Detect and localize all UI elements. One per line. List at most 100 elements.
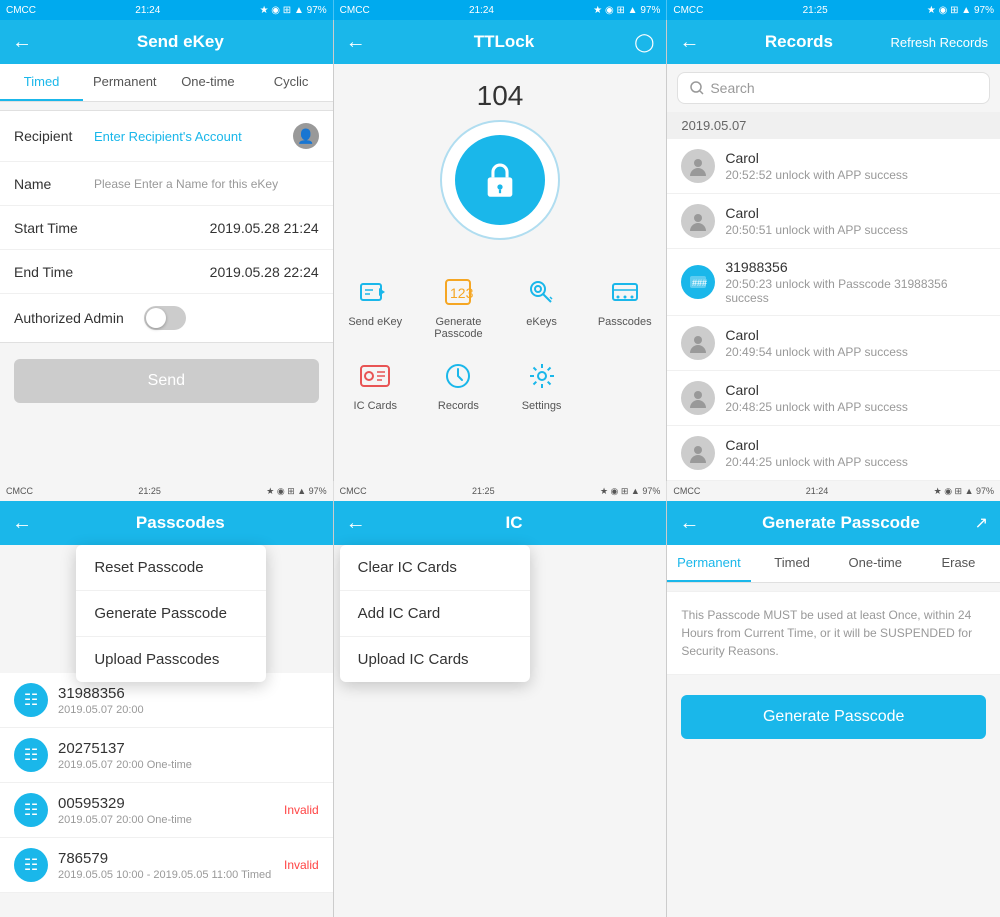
ekey-form: Recipient Enter Recipient's Account 👤 Na…: [0, 110, 333, 343]
passcode-item-3[interactable]: ☷ 786579 2019.05.05 10:00 - 2019.05.05 1…: [0, 838, 333, 893]
menu-ic-cards-label: IC Cards: [354, 400, 397, 412]
menu-records[interactable]: Records: [417, 348, 500, 420]
mid-status-center: CMCC 21:25 ★ ◉ ⊞ ▲ 97%: [334, 481, 668, 501]
menu-upload-passcodes[interactable]: Upload Passcodes: [76, 637, 266, 682]
ic-title: IC: [374, 513, 655, 533]
generate-passcode-screen: ← Generate Passcode ↗ Permanent Timed On…: [667, 501, 1000, 917]
end-time-label: End Time: [14, 264, 94, 280]
record-time-1: 20:50:51 unlock with APP success: [725, 223, 908, 237]
refresh-records-button[interactable]: Refresh Records: [890, 35, 988, 50]
passcode-meta-0: 2019.05.07 20:00: [58, 704, 319, 716]
authorized-admin-toggle[interactable]: [144, 306, 186, 330]
menu-passcodes-label: Passcodes: [598, 316, 652, 328]
lock-icon: [478, 158, 522, 202]
tab-permanent[interactable]: Permanent: [83, 64, 166, 101]
ttlock-title: TTLock: [374, 32, 635, 52]
search-input-box[interactable]: Search: [677, 72, 990, 104]
tab-cyclic[interactable]: Cyclic: [250, 64, 333, 101]
record-name-5: Carol: [725, 437, 908, 453]
record-item-2: ### 31988356 20:50:23 unlock with Passco…: [667, 249, 1000, 316]
lock-number: 104: [477, 80, 524, 112]
menu-clear-ic-cards[interactable]: Clear IC Cards: [340, 545, 530, 591]
gen-passcode-title: Generate Passcode: [707, 513, 974, 533]
record-info-5: Carol 20:44:25 unlock with APP success: [725, 437, 908, 469]
record-time-3: 20:49:54 unlock with APP success: [725, 345, 908, 359]
records-icon: [438, 356, 478, 396]
menu-generate-passcode-item[interactable]: Generate Passcode: [76, 591, 266, 637]
send-ekey-screen: ← Send eKey Timed Permanent One-time Cyc…: [0, 20, 334, 481]
end-time-row: End Time 2019.05.28 22:24: [0, 250, 333, 294]
record-item-3: Carol 20:49:54 unlock with APP success: [667, 316, 1000, 371]
gen-tab-one-time[interactable]: One-time: [834, 545, 917, 582]
settings-icon: [522, 356, 562, 396]
status-bar-left: CMCC 21:24 ★ ◉ ⊞ ▲ 97%: [0, 0, 334, 20]
gen-tab-erase[interactable]: Erase: [917, 545, 1000, 582]
records-scroll[interactable]: 2019.05.07 Carol 20:52:52 unlock with AP…: [667, 112, 1000, 481]
avatar-passcode-0: ###: [681, 265, 715, 299]
menu-ekeys[interactable]: eKeys: [500, 264, 583, 348]
menu-reset-passcode[interactable]: Reset Passcode: [76, 545, 266, 591]
passcode-number-1: 20275137: [58, 740, 319, 757]
passcodes-icon: [605, 272, 645, 312]
send-ekey-title: Send eKey: [40, 32, 321, 52]
svg-text:123: 123: [450, 285, 474, 301]
avatar-3: [681, 326, 715, 360]
menu-generate-passcode[interactable]: 123 Generate Passcode: [417, 264, 500, 348]
send-button[interactable]: Send: [14, 359, 319, 403]
generate-passcode-button[interactable]: Generate Passcode: [681, 695, 986, 739]
records-topbar: ← Records Refresh Records: [667, 20, 1000, 64]
ic-back-icon[interactable]: ←: [346, 512, 366, 535]
passcodes-back-icon[interactable]: ←: [12, 512, 32, 535]
menu-ic-cards[interactable]: IC Cards: [334, 348, 417, 420]
passcode-item-2[interactable]: ☷ 00595329 2019.05.07 20:00 One-time Inv…: [0, 783, 333, 838]
status-bar-center: CMCC 21:24 ★ ◉ ⊞ ▲ 97%: [334, 0, 668, 20]
passcode-icon-3: ☷: [14, 848, 48, 882]
record-name-0: Carol: [725, 150, 908, 166]
record-info-1: Carol 20:50:51 unlock with APP success: [725, 205, 908, 237]
avatar-4: [681, 381, 715, 415]
passcode-number-0: 31988356: [58, 685, 319, 702]
menu-settings-label: Settings: [522, 400, 562, 412]
record-time-2: 20:50:23 unlock with Passcode 31988356 s…: [725, 277, 986, 305]
gen-tab-permanent[interactable]: Permanent: [667, 545, 750, 582]
record-name-4: Carol: [725, 382, 908, 398]
menu-settings[interactable]: Settings: [500, 348, 583, 420]
menu-generate-passcode-label: Generate Passcode: [417, 316, 500, 340]
gen-tab-timed[interactable]: Timed: [751, 545, 834, 582]
lock-circle[interactable]: [440, 120, 560, 240]
menu-passcodes[interactable]: Passcodes: [583, 264, 666, 348]
menu-send-ekey[interactable]: Send eKey: [334, 264, 417, 348]
gen-passcode-topbar: ← Generate Passcode ↗: [667, 501, 1000, 545]
contact-icon[interactable]: 👤: [293, 123, 319, 149]
recipient-row: Recipient Enter Recipient's Account 👤: [0, 111, 333, 162]
record-info-4: Carol 20:48:25 unlock with APP success: [725, 382, 908, 414]
menu-upload-ic-cards[interactable]: Upload IC Cards: [340, 637, 530, 682]
menu-ekeys-label: eKeys: [526, 316, 557, 328]
tab-one-time[interactable]: One-time: [166, 64, 249, 101]
records-back-icon[interactable]: ←: [679, 31, 699, 54]
ic-cards-icon: [355, 356, 395, 396]
icons-left: ★ ◉ ⊞ ▲ 97%: [260, 5, 327, 16]
date-header: 2019.05.07: [667, 112, 1000, 139]
record-time-4: 20:48:25 unlock with APP success: [725, 400, 908, 414]
record-item-5: Carol 20:44:25 unlock with APP success: [667, 426, 1000, 481]
ttlock-back-icon[interactable]: ←: [346, 31, 366, 54]
ttlock-settings-icon[interactable]: ◯: [634, 32, 654, 53]
back-arrow-icon[interactable]: ←: [12, 31, 32, 54]
start-time-value[interactable]: 2019.05.28 21:24: [94, 220, 319, 236]
menu-add-ic-card[interactable]: Add IC Card: [340, 591, 530, 637]
name-label: Name: [14, 176, 94, 192]
gen-back-icon[interactable]: ←: [679, 512, 699, 535]
search-bar: Search: [667, 64, 1000, 112]
passcodes-title: Passcodes: [40, 513, 321, 533]
lock-inner: [455, 135, 545, 225]
end-time-value[interactable]: 2019.05.28 22:24: [94, 264, 319, 280]
carrier-center: CMCC: [340, 5, 370, 16]
tab-timed[interactable]: Timed: [0, 64, 83, 101]
name-input[interactable]: Please Enter a Name for this eKey: [94, 177, 319, 191]
recipient-input[interactable]: Enter Recipient's Account: [94, 129, 293, 144]
passcode-item-1[interactable]: ☷ 20275137 2019.05.07 20:00 One-time: [0, 728, 333, 783]
mid-status-right: CMCC 21:24 ★ ◉ ⊞ ▲ 97%: [667, 481, 1000, 501]
search-icon: [690, 81, 704, 95]
gen-share-icon[interactable]: ↗: [975, 513, 988, 533]
